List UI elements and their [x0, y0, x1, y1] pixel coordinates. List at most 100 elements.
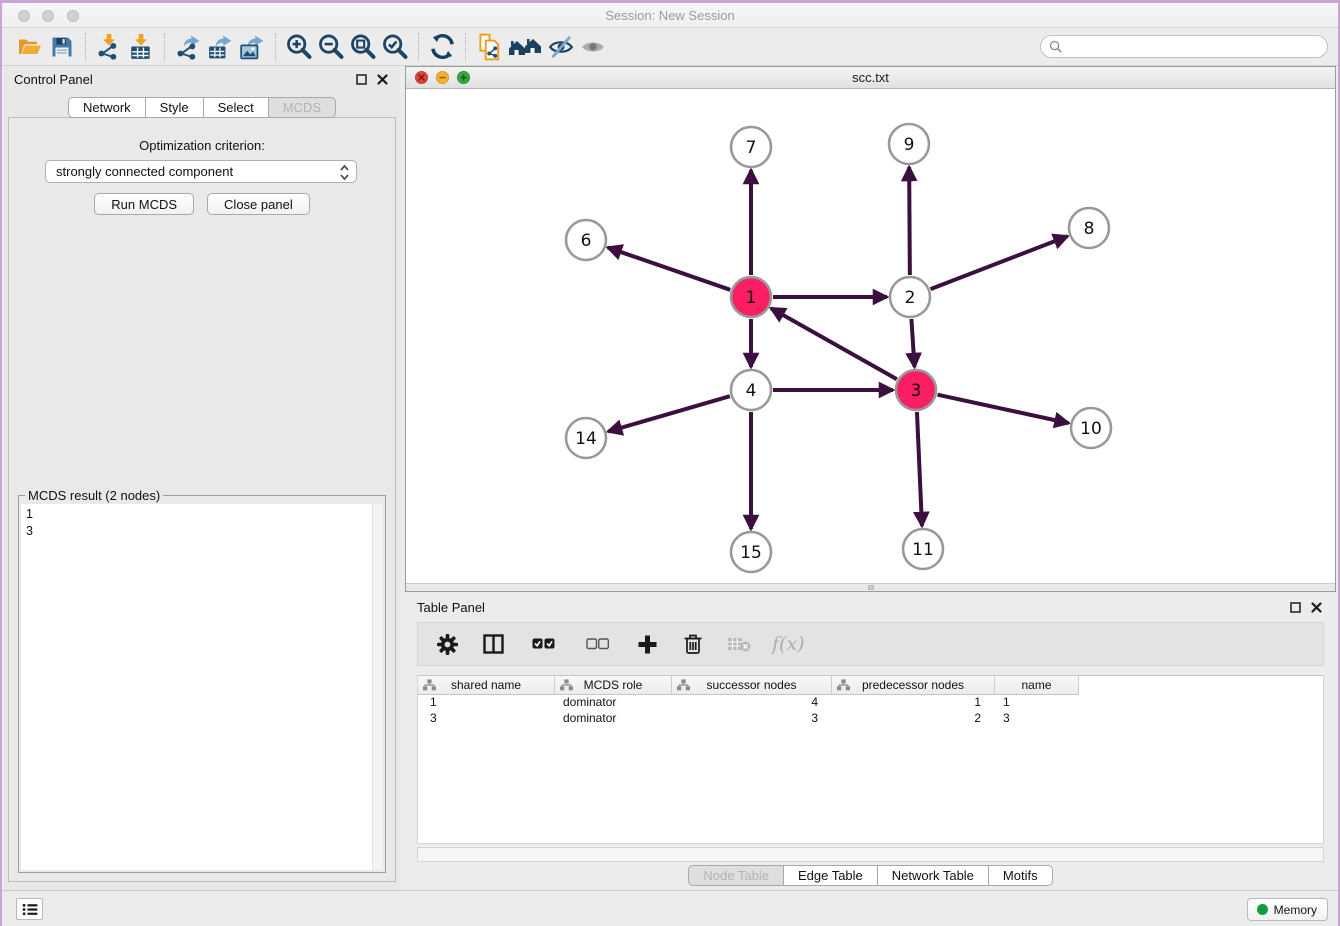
- tab-node-table[interactable]: Node Table: [688, 865, 784, 886]
- search-input[interactable]: [1067, 40, 1327, 54]
- graph-node-1[interactable]: 1: [731, 277, 771, 317]
- table-settings-button[interactable]: [434, 631, 460, 657]
- edge-3-10[interactable]: [937, 395, 1068, 423]
- zoom-in-button[interactable]: [283, 31, 315, 63]
- cell-predecessor-nodes[interactable]: 1: [832, 695, 995, 711]
- table-tabs: Node TableEdge TableNetwork TableMotifs: [405, 865, 1336, 886]
- split-panel-button[interactable]: [480, 631, 506, 657]
- table-row-1[interactable]: 1dominator411: [418, 695, 1323, 711]
- column-header-predecessor-nodes[interactable]: predecessor nodes: [832, 676, 995, 695]
- column-label: predecessor nodes: [832, 678, 994, 692]
- open-session-button[interactable]: [14, 31, 46, 63]
- deselect-all-button[interactable]: [580, 631, 614, 657]
- import-network-button[interactable]: [93, 31, 125, 63]
- export-table-icon: [207, 34, 233, 60]
- zoom-fit-button[interactable]: [347, 31, 379, 63]
- task-list-icon: [22, 902, 38, 917]
- select-all-button[interactable]: [526, 631, 560, 657]
- column-header-shared-name[interactable]: shared name: [418, 676, 555, 695]
- tab-mcds[interactable]: MCDS: [269, 97, 336, 118]
- cell-name[interactable]: 3: [995, 711, 1079, 727]
- first-neighbors-button[interactable]: [505, 31, 545, 63]
- cell-successor-nodes[interactable]: 4: [672, 695, 832, 711]
- eye-icon: [579, 34, 607, 60]
- column-header-name[interactable]: name: [995, 676, 1079, 695]
- import-table-button[interactable]: [125, 31, 157, 63]
- apply-layout-button[interactable]: [426, 31, 458, 63]
- network-graph[interactable]: 7 9 6 8 1 2 4 3 14 10 15 11: [406, 89, 1335, 583]
- graph-node-7[interactable]: 7: [731, 127, 771, 167]
- result-scrollbar[interactable]: [372, 504, 383, 870]
- mcds-result-title: MCDS result (2 nodes): [25, 488, 163, 503]
- search-field[interactable]: [1040, 35, 1328, 58]
- table-scrollbar[interactable]: [417, 847, 1324, 862]
- criterion-dropdown[interactable]: strongly connected component: [45, 160, 357, 183]
- tab-motifs[interactable]: Motifs: [989, 865, 1053, 886]
- tab-select[interactable]: Select: [204, 97, 269, 118]
- edge-1-6[interactable]: [608, 248, 730, 290]
- unchecked-boxes-icon: [586, 638, 609, 650]
- graph-node-4[interactable]: 4: [731, 370, 771, 410]
- clone-network-button[interactable]: [473, 31, 505, 63]
- edge-2-3[interactable]: [911, 319, 914, 367]
- edge-2-8[interactable]: [931, 236, 1068, 289]
- export-image-button[interactable]: [236, 31, 268, 63]
- memory-button[interactable]: Memory: [1247, 898, 1328, 921]
- column-header-mcds-role[interactable]: MCDS role: [555, 676, 672, 695]
- add-column-button[interactable]: [634, 631, 660, 657]
- close-panel-button[interactable]: Close panel: [207, 193, 310, 215]
- hide-selected-button[interactable]: [545, 31, 577, 63]
- graph-node-6[interactable]: 6: [566, 220, 606, 260]
- graph-node-3[interactable]: 3: [896, 370, 936, 410]
- toolbar-separator: [85, 33, 86, 61]
- cell-name[interactable]: 1: [995, 695, 1079, 711]
- zoom-selected-button[interactable]: [379, 31, 411, 63]
- cell-predecessor-nodes[interactable]: 2: [832, 711, 995, 727]
- show-all-button[interactable]: [577, 31, 609, 63]
- tab-style[interactable]: Style: [146, 97, 204, 118]
- graph-node-10[interactable]: 10: [1071, 408, 1111, 448]
- title-bar: Session: New Session: [2, 3, 1338, 28]
- float-panel-icon[interactable]: [1290, 602, 1301, 613]
- network-window-resize-strip: [406, 583, 1335, 591]
- network-window-title: scc.txt: [406, 70, 1335, 85]
- graph-node-15[interactable]: 15: [731, 532, 771, 572]
- export-table-button[interactable]: [204, 31, 236, 63]
- control-panel: Control Panel NetworkStyleSelectMCDS Opt…: [4, 66, 400, 890]
- float-panel-icon[interactable]: [356, 74, 367, 85]
- mcds-result-text: 1 3: [21, 504, 371, 870]
- export-network-button[interactable]: [172, 31, 204, 63]
- cell-shared-name[interactable]: 1: [418, 695, 555, 711]
- graph-node-2[interactable]: 2: [890, 277, 930, 317]
- mcds-panel: Optimization criterion: strongly connect…: [8, 117, 396, 882]
- close-panel-icon[interactable]: [1311, 602, 1322, 613]
- edge-3-1[interactable]: [771, 308, 897, 379]
- cell-successor-nodes[interactable]: 3: [672, 711, 832, 727]
- graph-node-14[interactable]: 14: [566, 418, 606, 458]
- splitter-grip[interactable]: [868, 585, 874, 590]
- delete-column-button[interactable]: [680, 631, 706, 657]
- cell-mcds-role[interactable]: dominator: [555, 695, 672, 711]
- tab-network[interactable]: Network: [68, 97, 146, 118]
- delete-table-button: [726, 631, 752, 657]
- graph-node-9[interactable]: 9: [889, 124, 929, 164]
- table-row-2[interactable]: 3dominator323: [418, 711, 1323, 727]
- graph-node-8[interactable]: 8: [1069, 208, 1109, 248]
- save-session-button[interactable]: [46, 31, 78, 63]
- tab-network-table[interactable]: Network Table: [878, 865, 989, 886]
- network-canvas[interactable]: 7 9 6 8 1 2 4 3 14 10 15 11: [406, 89, 1335, 583]
- close-panel-icon[interactable]: [377, 74, 388, 85]
- graph-node-11[interactable]: 11: [903, 529, 943, 569]
- cell-shared-name[interactable]: 3: [418, 711, 555, 727]
- cell-mcds-role[interactable]: dominator: [555, 711, 672, 727]
- node-label-2: 2: [905, 288, 916, 308]
- column-type-icon: [837, 679, 850, 691]
- zoom-out-button[interactable]: [315, 31, 347, 63]
- tab-edge-table[interactable]: Edge Table: [784, 865, 878, 886]
- edge-2-9[interactable]: [909, 167, 910, 275]
- edge-4-14[interactable]: [608, 396, 730, 431]
- edge-3-11[interactable]: [917, 412, 922, 526]
- run-mcds-button[interactable]: Run MCDS: [94, 193, 194, 215]
- column-header-successor-nodes[interactable]: successor nodes: [672, 676, 832, 695]
- task-history-button[interactable]: [16, 898, 43, 920]
